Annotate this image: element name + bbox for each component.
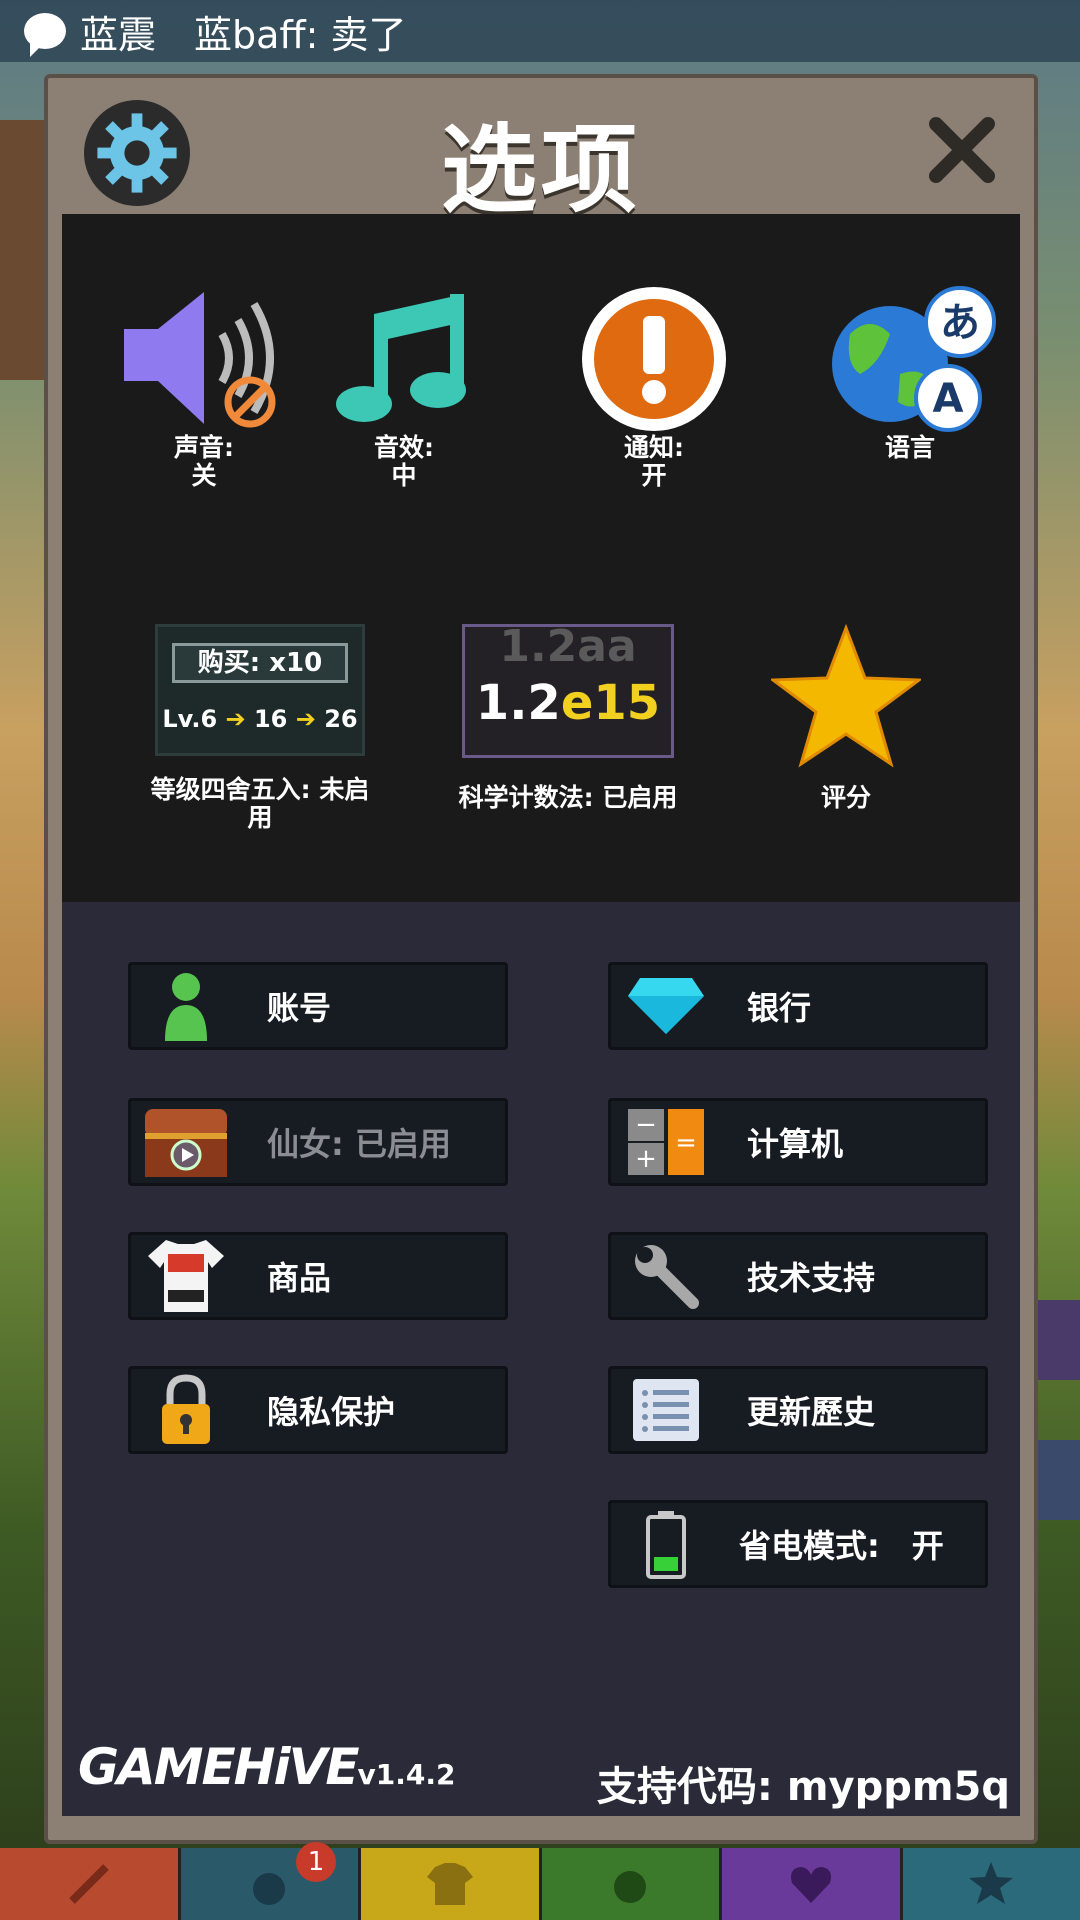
toggle-options-panel: 声音: 关 音效: 中 通知: 开 あ A 语言 购买: x10 Lv.6 ➔ …: [62, 214, 1020, 902]
list-document-icon: [611, 1369, 721, 1451]
notification-toggle[interactable]: 通知: 开: [574, 284, 734, 490]
notification-value: 开: [641, 461, 667, 490]
tab-pets[interactable]: [541, 1848, 722, 1920]
tab-artifacts[interactable]: [722, 1848, 903, 1920]
gamehive-logo: GAMEHiVEv1.4.2: [78, 1738, 455, 1796]
notation-old: 1.2aa: [499, 621, 637, 672]
level-rounding-toggle[interactable]: 购买: x10 Lv.6 ➔ 16 ➔ 26 等级四舍五入: 未启用: [140, 624, 380, 832]
sfx-label: 音效:: [374, 433, 434, 462]
calculator-button[interactable]: − + = 计算机: [608, 1098, 988, 1186]
bottom-tab-bar: 1: [0, 1842, 1080, 1920]
sfx-value: 中: [391, 461, 417, 490]
viking-helmet-icon: [253, 1873, 286, 1905]
diamond-icon: [611, 965, 721, 1047]
scientific-notation-label: 科学计数法: 已启用: [458, 783, 678, 812]
level-rounding-label: 等级四舍五入: 未启用: [150, 775, 370, 832]
notification-text: 蓝震 蓝baff: 卖了: [80, 12, 407, 57]
language-label: 语言: [884, 433, 935, 462]
options-dialog: 选项 声音: 关 音效: 中 通知: 开 あ A 语言 购买: x10 Lv.6…: [44, 74, 1038, 1844]
shirt-icon: [426, 1863, 473, 1905]
notation-new: 1.2e15: [475, 675, 661, 731]
wrench-icon: [611, 1235, 721, 1317]
svg-text:あ: あ: [940, 300, 980, 346]
sound-toggle[interactable]: 声音: 关: [114, 284, 294, 490]
side-skill-icon: [1036, 1300, 1080, 1380]
account-button[interactable]: 账号: [128, 962, 508, 1050]
level-preview-line: Lv.6 ➔ 16 ➔ 26: [162, 705, 358, 733]
notation-preview: 1.2aa 1.2e15: [462, 624, 674, 758]
person-icon: [131, 965, 241, 1047]
merch-button[interactable]: 商品: [128, 1232, 508, 1320]
star-icon: [969, 1862, 1014, 1904]
dialog-header: 选项: [48, 78, 1034, 226]
svg-text:=: =: [675, 1128, 697, 1158]
dialog-title: 选项: [441, 114, 641, 226]
svg-text:A: A: [933, 376, 964, 422]
language-button[interactable]: あ A 语言: [820, 284, 1000, 462]
tab-sword[interactable]: [0, 1848, 181, 1920]
music-note-icon: [336, 294, 466, 422]
svg-text:−: −: [635, 1110, 657, 1140]
bank-button[interactable]: 银行: [608, 962, 988, 1050]
menu-buttons-panel: 账号 银行 仙女: 已启用 − + = 计算机 商品 技术支持 隐私保护 更新歷…: [62, 902, 1020, 1816]
chat-notification[interactable]: 蓝震 蓝baff: 卖了: [24, 8, 406, 57]
fairy-button[interactable]: 仙女: 已启用: [128, 1098, 508, 1186]
heart-icon: [790, 1867, 831, 1903]
buy-preview-box: 购买: x10: [172, 643, 348, 683]
scientific-notation-toggle[interactable]: 1.2aa 1.2e15 科学计数法: 已启用: [438, 624, 698, 812]
rate-label: 评分: [820, 783, 871, 812]
sound-value: 关: [191, 461, 217, 490]
support-code: 支持代码: myppm5q: [596, 1764, 1010, 1810]
tab-shop[interactable]: [902, 1848, 1080, 1920]
battery-icon: [611, 1503, 721, 1585]
globe-language-icon: あ A: [832, 286, 996, 432]
sfx-toggle[interactable]: 音效: 中: [324, 284, 484, 490]
tab-heroes[interactable]: 1: [180, 1842, 361, 1920]
rate-button[interactable]: 评分: [756, 624, 936, 812]
version-label: v1.4.2: [357, 1758, 456, 1791]
speaker-muted-icon: [124, 292, 276, 428]
tshirt-icon: [131, 1235, 241, 1317]
level-rounding-preview: 购买: x10 Lv.6 ➔ 16 ➔ 26: [155, 624, 365, 756]
battery-saver-toggle[interactable]: 省电模式: 开: [608, 1500, 988, 1588]
gamehive-logo-text: GAMEHiVE: [78, 1738, 359, 1796]
side-skill-icon: [1036, 1440, 1080, 1520]
support-button[interactable]: 技术支持: [608, 1232, 988, 1320]
chat-bubble-icon: [24, 13, 66, 57]
star-icon: [771, 624, 921, 768]
tab-equipment[interactable]: [361, 1848, 542, 1920]
sound-label: 声音:: [174, 433, 234, 462]
exclamation-icon: [582, 287, 726, 431]
notification-label: 通知:: [624, 433, 684, 462]
privacy-button[interactable]: 隐私保护: [128, 1366, 508, 1454]
sword-icon: [68, 1864, 109, 1904]
treasure-chest-icon: [131, 1101, 241, 1183]
status-bar: 蓝震 蓝baff: 卖了: [0, 0, 1080, 62]
changelog-button[interactable]: 更新歷史: [608, 1366, 988, 1454]
svg-text:+: +: [635, 1144, 657, 1174]
calculator-icon: − + =: [611, 1101, 721, 1183]
pet-icon: [614, 1871, 647, 1903]
close-icon[interactable]: [926, 114, 998, 186]
padlock-icon: [131, 1369, 241, 1451]
notification-badge: 1: [296, 1842, 336, 1882]
